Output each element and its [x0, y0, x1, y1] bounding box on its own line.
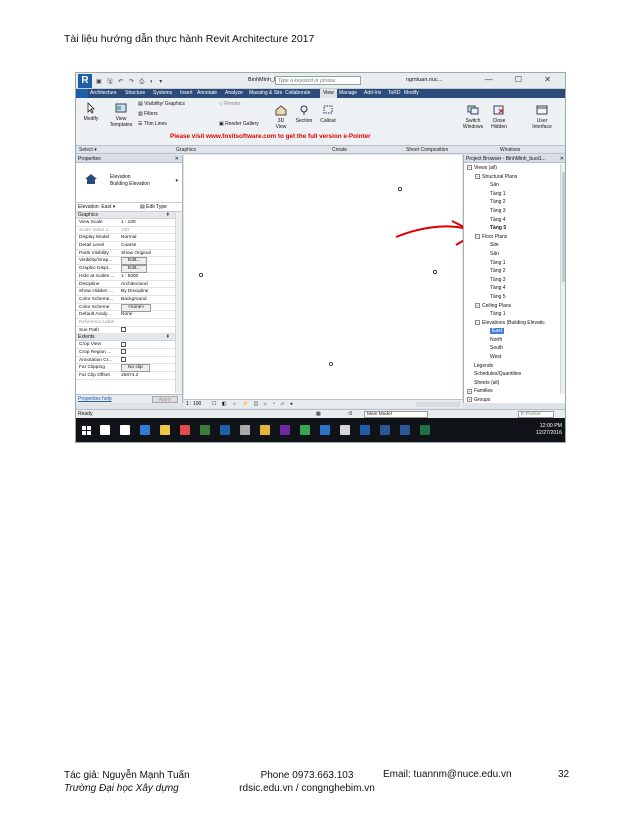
view-control-bar: 1 : 100 ☐ ◧ ☼ ⚡ ◫ ⌂ ◔ ▱ ◂ — [184, 399, 463, 408]
browser-item[interactable]: East — [464, 327, 561, 336]
view-control-icons[interactable]: ☐ ◧ ☼ ⚡ ◫ ⌂ ◔ ▱ ◂ — [212, 400, 294, 409]
app-icon[interactable] — [220, 425, 230, 435]
collapse-icon[interactable]: − — [467, 165, 472, 171]
collapse-icon[interactable]: − — [475, 173, 480, 179]
word-icon[interactable] — [380, 425, 390, 435]
browser-item[interactable]: Sân — [464, 181, 561, 190]
project-browser: Project Browser - BinhMinh_buoi1... ✕ − V… — [463, 155, 565, 405]
task-view-icon[interactable] — [120, 425, 130, 435]
epointer-box[interactable]: E-Pointer — [518, 411, 554, 418]
close-icon[interactable]: ✕ — [560, 155, 564, 163]
browser-item[interactable]: South — [464, 344, 561, 353]
footer-email: Email: tuannm@nuce.edu.vn — [383, 769, 512, 780]
browser-item[interactable]: Tầng 5 — [464, 293, 561, 302]
browser-item[interactable]: + Groups — [464, 396, 561, 405]
expand-icon[interactable]: + — [467, 388, 472, 394]
app-icon[interactable] — [300, 425, 310, 435]
status-bar: Ready ▦ :0 Main Model E-Pointer — [76, 409, 565, 418]
browser-item[interactable]: Tầng 2 — [464, 198, 561, 207]
search-icon[interactable] — [100, 425, 110, 435]
browser-item[interactable]: North — [464, 336, 561, 345]
browser-item[interactable]: Site — [464, 241, 561, 250]
app-icon[interactable] — [400, 425, 410, 435]
chrome-icon[interactable] — [260, 425, 270, 435]
browser-item[interactable]: Tầng 4 — [464, 216, 561, 225]
store-icon[interactable] — [180, 425, 190, 435]
explorer-icon[interactable] — [160, 425, 170, 435]
browser-item[interactable]: Legends — [464, 362, 561, 371]
excel-icon[interactable] — [420, 425, 430, 435]
browser-item[interactable]: Tầng 1 — [464, 190, 561, 199]
windows-start-icon[interactable] — [82, 426, 91, 435]
browser-item[interactable]: Tầng 1 — [464, 259, 561, 268]
browser-item[interactable]: West — [464, 353, 561, 362]
browser-item[interactable]: − Floor Plans — [464, 233, 561, 242]
page-header: Tài liệu hướng dẫn thực hành Revit Archi… — [64, 33, 315, 45]
footer-author: Tác giả: Nguyễn Mạnh Tuấn Trường Đại học… — [64, 770, 190, 794]
browser-item[interactable]: Tầng 3 — [464, 207, 561, 216]
browser-item[interactable]: − Elevations (Building Elevatic — [464, 319, 561, 328]
browser-item[interactable]: − Structural Plans — [464, 173, 561, 182]
browser-item[interactable]: Sân — [464, 250, 561, 259]
browser-item[interactable]: Tầng 1 — [464, 310, 561, 319]
horizontal-scrollbar[interactable] — [416, 402, 460, 407]
view-scale[interactable]: 1 : 100 — [186, 400, 201, 409]
edge-icon[interactable] — [140, 425, 150, 435]
revit-taskbar-icon[interactable] — [360, 425, 370, 435]
browser-item[interactable]: Schedules/Quantities — [464, 370, 561, 379]
app-icon[interactable] — [280, 425, 290, 435]
collapse-icon[interactable]: − — [475, 319, 480, 325]
revit-screenshot: R ▣ 🖫 ↶ ↷ ⎙ ◐ ▾ BinhMinh_buoi1... Type a… — [75, 72, 566, 443]
browser-scrollbar[interactable] — [560, 164, 565, 394]
calculator-icon[interactable] — [240, 425, 250, 435]
design-option-selector[interactable]: Main Model — [364, 411, 428, 418]
browser-item[interactable]: Tầng 3 — [464, 276, 561, 285]
footer-contact: Phone 0973.663.103 rdsic.edu.vn / congng… — [239, 770, 375, 794]
app-icon[interactable] — [340, 425, 350, 435]
expand-icon[interactable]: + — [467, 397, 472, 403]
browser-item[interactable]: Tầng 5 — [464, 224, 561, 233]
collapse-icon[interactable]: − — [475, 233, 480, 239]
taskbar-clock[interactable]: 12:00 PM 12/27/2016 — [536, 423, 562, 437]
page-number: 32 — [558, 769, 570, 780]
project-browser-header: Project Browser - BinhMinh_buoi1... ✕ — [464, 155, 565, 163]
browser-item[interactable]: − Ceiling Plans — [464, 302, 561, 311]
collapse-icon[interactable]: − — [475, 302, 480, 308]
browser-item[interactable]: − Views (all) — [464, 164, 561, 173]
browser-item[interactable]: Tầng 4 — [464, 284, 561, 293]
app-icon[interactable] — [320, 425, 330, 435]
windows-taskbar: 12:00 PM 12/27/2016 — [76, 418, 565, 442]
browser-tree: − Views (all) − Structural Plans Sân Tầng 1 Tầ… — [464, 164, 561, 405]
browser-item[interactable]: + Families — [464, 387, 561, 396]
media-icon[interactable] — [200, 425, 210, 435]
browser-item[interactable]: Sheets (all) — [464, 379, 561, 388]
browser-item[interactable]: Tầng 2 — [464, 267, 561, 276]
